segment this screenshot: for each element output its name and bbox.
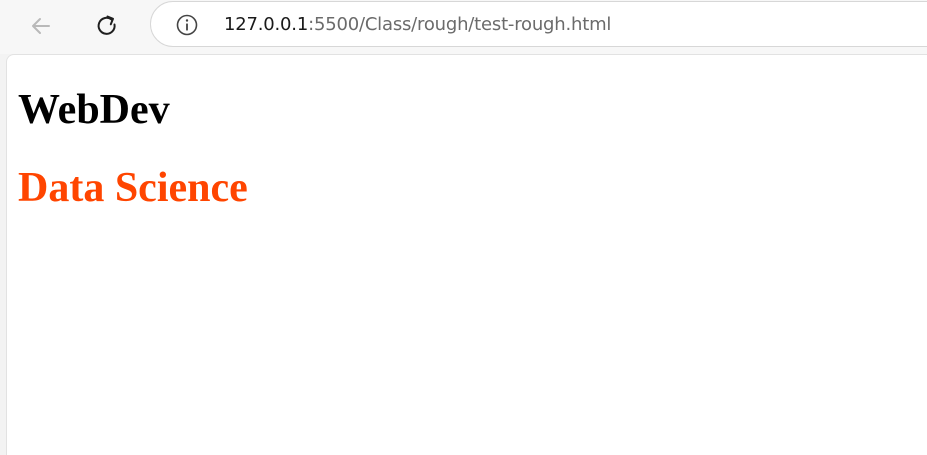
url-text[interactable]: 127.0.0.1:5500/Class/rough/test-rough.ht… xyxy=(224,13,611,37)
reload-button[interactable] xyxy=(90,9,124,43)
address-bar[interactable]: 127.0.0.1:5500/Class/rough/test-rough.ht… xyxy=(150,1,927,47)
reload-icon xyxy=(97,15,116,35)
url-host: 127.0.0.1 xyxy=(224,14,309,35)
browser-toolbar: 127.0.0.1:5500/Class/rough/test-rough.ht… xyxy=(0,0,927,54)
info-icon[interactable] xyxy=(176,14,198,36)
back-arrow-icon xyxy=(32,18,50,34)
back-button[interactable] xyxy=(24,9,58,43)
heading-webdev: WebDev xyxy=(18,87,170,133)
page-viewport: WebDev Data Science xyxy=(6,54,927,455)
heading-data-science: Data Science xyxy=(18,165,248,211)
url-path: :5500/Class/rough/test-rough.html xyxy=(308,14,612,35)
